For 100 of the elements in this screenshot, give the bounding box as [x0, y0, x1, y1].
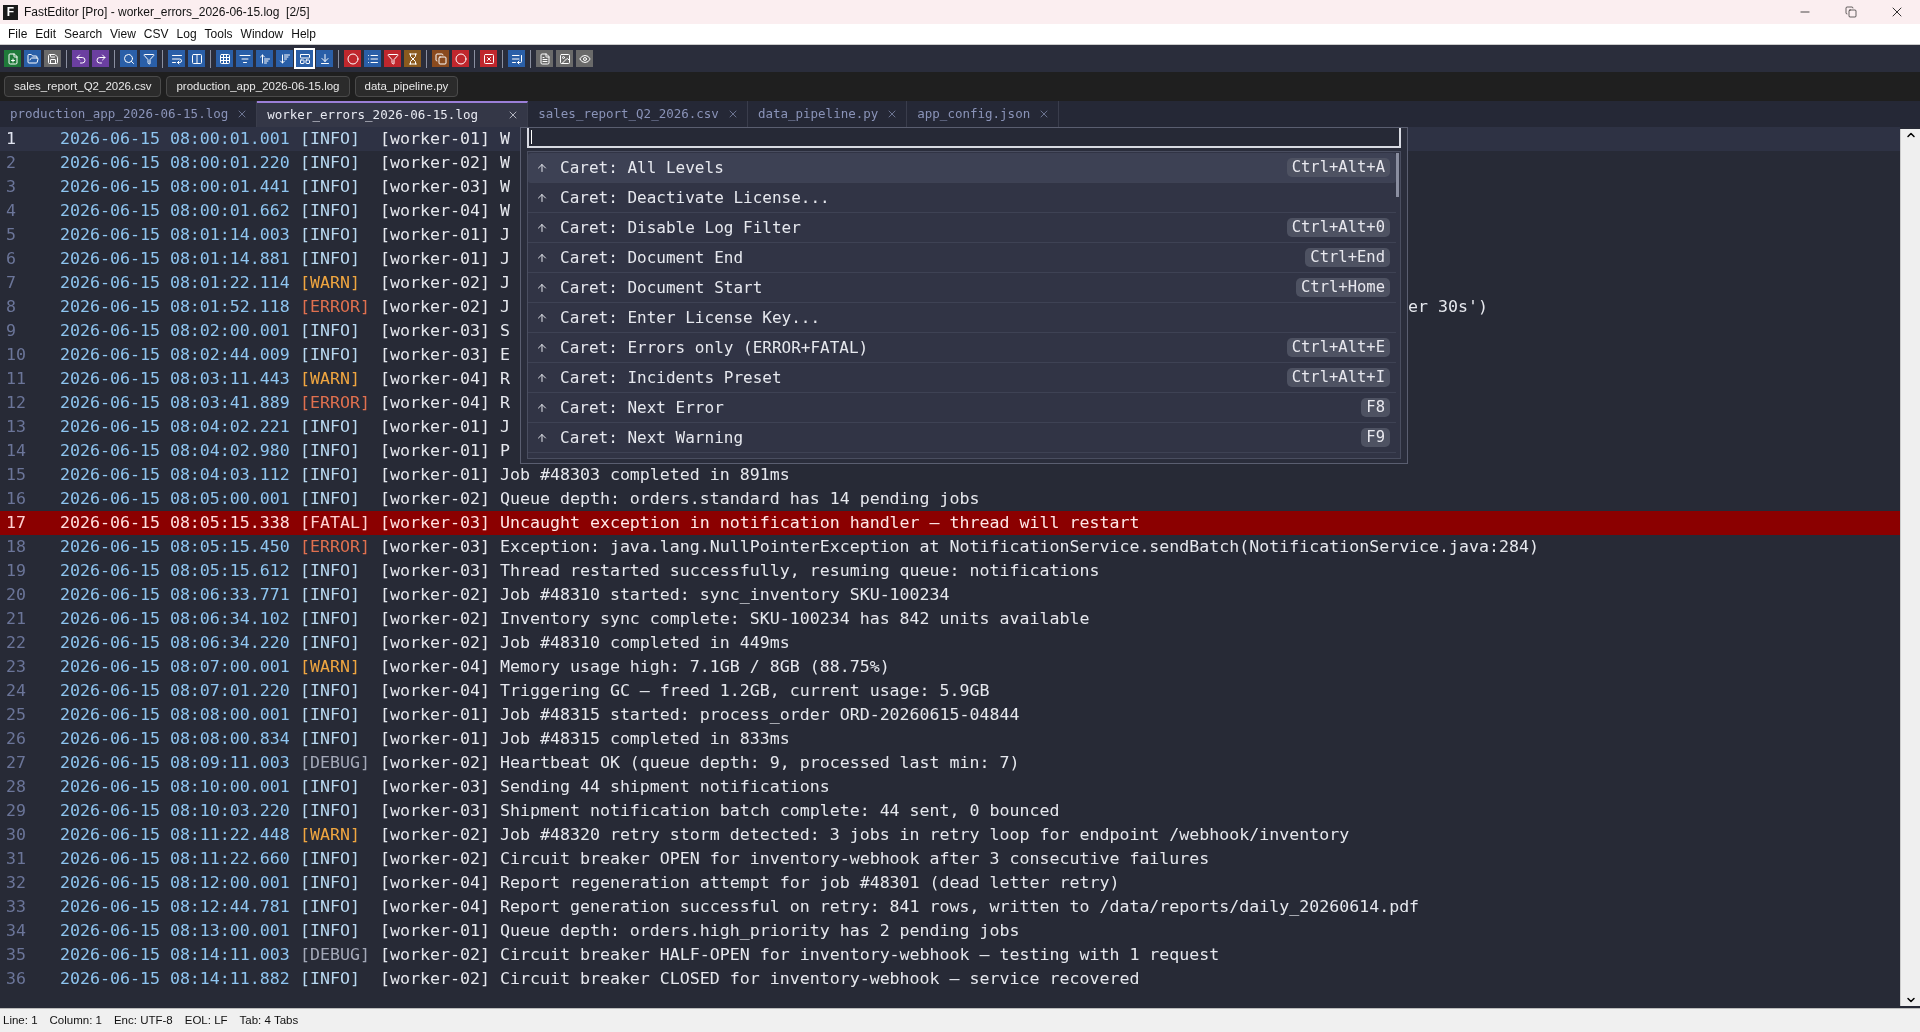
menu-item[interactable]: Log — [172, 25, 201, 43]
caret-icon — [536, 311, 548, 324]
open-file-button[interactable]: sales_report_Q2_2026.csv — [4, 76, 162, 97]
status-text: Tab: 4 Tabs — [239, 1012, 299, 1028]
log-level: [INFO] — [300, 319, 361, 342]
log-message: Queue depth: orders.high_priority has 2 pending jobs — [500, 919, 1020, 942]
log-level: [INFO] — [300, 583, 361, 606]
line-number: 4 — [5, 199, 17, 222]
worker-id: [worker-01] — [380, 127, 491, 150]
sort-down-icon[interactable] — [276, 50, 293, 67]
command-item[interactable]: Caret: All Levels Ctrl+Alt+A — [528, 153, 1396, 183]
log-message: W — [500, 199, 510, 222]
timestamp: 2026-06-15 08:06:34.102 — [60, 607, 291, 630]
list-end-icon[interactable] — [508, 50, 525, 67]
grid-icon[interactable] — [216, 50, 233, 67]
status-text: EOL: LF — [184, 1012, 228, 1028]
log-level: [WARN] — [300, 823, 361, 846]
list-filter-icon[interactable] — [236, 50, 253, 67]
log-level: [INFO] — [300, 247, 361, 270]
scrollbar-thumb[interactable] — [1396, 153, 1399, 197]
worker-id: [worker-01] — [380, 463, 491, 486]
command-search-field[interactable] — [527, 128, 1401, 148]
scrollbar[interactable] — [1900, 129, 1920, 1006]
timestamp: 2026-06-15 08:00:01.001 — [60, 127, 291, 150]
hourglass-icon[interactable] — [404, 50, 421, 67]
log-message: R — [500, 391, 510, 414]
worker-id: [worker-03] — [380, 343, 491, 366]
timestamp: 2026-06-15 08:11:22.660 — [60, 847, 291, 870]
new-file-icon[interactable] — [4, 50, 21, 67]
filter-icon[interactable] — [140, 50, 157, 67]
menu-item[interactable]: Window — [236, 25, 288, 43]
restore-icon[interactable] — [1845, 6, 1857, 18]
command-item[interactable]: Caret: Errors only (ERROR+FATAL) Ctrl+Alt+E — [528, 333, 1396, 363]
document-icon[interactable] — [536, 50, 553, 67]
circle-icon[interactable] — [452, 50, 469, 67]
command-item[interactable]: Caret: Next Error F8 — [528, 393, 1396, 423]
menu-item[interactable]: File — [4, 25, 32, 43]
timestamp: 2026-06-15 08:07:01.220 — [60, 679, 291, 702]
command-item[interactable]: Caret: Document End Ctrl+End — [528, 243, 1396, 273]
log-message: Sending 44 shipment notifications — [500, 775, 830, 798]
eye-icon[interactable] — [576, 50, 593, 67]
worker-id: [worker-02] — [380, 751, 491, 774]
log-message: Exception: java.lang.NullPointerException at NotificationService.sendBatch(NotificationService.java:284) — [500, 535, 1539, 558]
worker-id: [worker-02] — [380, 151, 491, 174]
menu-item[interactable]: Edit — [31, 25, 61, 43]
funnel-icon[interactable] — [384, 50, 401, 67]
open-file-button[interactable]: production_app_2026-06-15.log — [166, 76, 350, 97]
worker-id: [worker-03] — [380, 175, 491, 198]
wrap-text-icon[interactable] — [168, 50, 185, 67]
caret-icon — [536, 401, 548, 414]
command-item[interactable]: Caret: Enter License Key... — [528, 303, 1396, 333]
timestamp: 2026-06-15 08:14:11.882 — [60, 967, 291, 990]
redo-icon[interactable] — [92, 50, 109, 67]
command-item[interactable]: Caret: Disable Log Filter Ctrl+Alt+0 — [528, 213, 1396, 243]
worker-id: [worker-01] — [380, 247, 491, 270]
log-message: Circuit breaker HALF-OPEN for inventory-webhook — testing with 1 request — [500, 943, 1220, 966]
file-tab[interactable]: worker_errors_2026-06-15.log — [257, 101, 529, 127]
menu-item[interactable]: Tools — [200, 25, 237, 43]
timestamp: 2026-06-15 08:04:02.221 — [60, 415, 291, 438]
command-item[interactable]: Caret: Document Start Ctrl+Home — [528, 273, 1396, 303]
close-box-icon[interactable] — [480, 50, 497, 67]
worker-id: [worker-04] — [380, 871, 491, 894]
worker-id: [worker-04] — [380, 679, 491, 702]
copy-icon[interactable] — [432, 50, 449, 67]
menu-item[interactable]: Help — [287, 25, 320, 43]
log-message: er 30s') — [1408, 295, 1488, 318]
open-file-button[interactable]: data_pipeline.py — [354, 76, 459, 97]
command-item[interactable]: Caret: Next Warning F9 — [528, 423, 1396, 453]
worker-id: [worker-03] — [380, 775, 491, 798]
log-message: Queue depth: orders.standard has 14 pending jobs — [500, 487, 980, 510]
open-folder-icon[interactable] — [24, 50, 41, 67]
menu-item[interactable]: CSV — [139, 25, 173, 43]
line-number: 14 — [5, 439, 27, 462]
layout-icon[interactable] — [296, 50, 313, 67]
log-message: Shipment notification batch complete: 44 sent, 0 bounced — [500, 799, 1060, 822]
save-icon[interactable] — [44, 50, 61, 67]
record-icon[interactable] — [344, 50, 361, 67]
columns-icon[interactable] — [188, 50, 205, 67]
shortcut-badge: F8 — [1361, 398, 1390, 417]
log-message: Uncaught exception in notification handler — thread will restart — [500, 511, 1140, 534]
status-text: Column: 1 — [49, 1012, 102, 1028]
log-level: [INFO] — [300, 679, 361, 702]
line-number: 33 — [5, 895, 27, 918]
timestamp: 2026-06-15 08:06:33.771 — [60, 583, 291, 606]
line-number: 28 — [5, 775, 27, 798]
undo-icon[interactable] — [72, 50, 89, 67]
image-icon[interactable] — [556, 50, 573, 67]
log-level: [INFO] — [300, 343, 361, 366]
command-item[interactable]: Caret: Incidents Preset Ctrl+Alt+I — [528, 363, 1396, 393]
search-icon[interactable] — [120, 50, 137, 67]
menu-item[interactable]: Search — [60, 25, 107, 43]
log-message: Thread restarted successfully, resuming queue: notifications — [500, 559, 1100, 582]
sort-up-icon[interactable] — [256, 50, 273, 67]
list-icon[interactable] — [364, 50, 381, 67]
line-number: 6 — [5, 247, 17, 270]
worker-id: [worker-01] — [380, 439, 491, 462]
menu-item[interactable]: View — [106, 25, 140, 43]
log-level: [INFO] — [300, 175, 361, 198]
command-item[interactable]: Caret: Deactivate License... — [528, 183, 1396, 213]
download-icon[interactable] — [316, 50, 333, 67]
